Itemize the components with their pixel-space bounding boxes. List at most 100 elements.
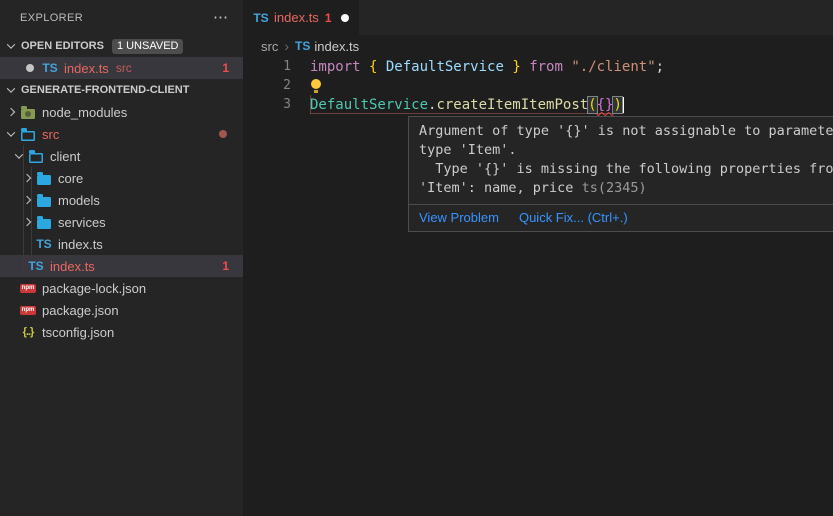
hover-actions: View Problem Quick Fix... (Ctrl+.) xyxy=(409,204,833,231)
open-editors-header[interactable]: OPEN EDITORS 1 UNSAVED xyxy=(0,35,243,57)
code-line-1[interactable]: 1import { DefaultService } from "./clien… xyxy=(243,57,833,76)
code-token: import xyxy=(310,59,369,75)
tree-item-client[interactable]: client xyxy=(0,145,243,167)
code-token: { xyxy=(369,59,386,75)
code-token xyxy=(521,59,529,75)
tree-item-tsconfig-json[interactable]: {..}tsconfig.json xyxy=(0,321,243,343)
error-message-line: Type '{}' is missing the following prope… xyxy=(419,160,833,179)
quick-fix-link[interactable]: Quick Fix... (Ctrl+.) xyxy=(519,210,628,225)
error-message-line: 'Item': name, price ts(2345) xyxy=(419,179,833,198)
vscode-window: EXPLORER ⋯ OPEN EDITORS 1 UNSAVED TS ind… xyxy=(0,0,833,516)
node-modules-folder-icon xyxy=(21,109,35,119)
tree-item-package-json[interactable]: npm package.json xyxy=(0,299,243,321)
npm-file-icon: npm xyxy=(20,284,36,293)
error-hover-tooltip: Argument of type '{}' is not assignable … xyxy=(408,116,833,232)
tab-bar: TS index.ts 1 xyxy=(243,0,833,35)
chevron-down-icon xyxy=(11,153,27,159)
chevron-down-icon xyxy=(3,43,19,49)
code-line-3[interactable]: 3 DefaultService.createItemItemPost({}) xyxy=(243,95,833,114)
workspace-folder-label: GENERATE-FRONTEND-CLIENT xyxy=(21,84,189,96)
breadcrumb-file[interactable]: index.ts xyxy=(314,39,359,54)
folder-modified-dot-icon xyxy=(219,130,227,138)
open-folder-icon xyxy=(29,153,43,163)
code-line-2[interactable]: 2 xyxy=(243,76,833,95)
tree-item-src[interactable]: src xyxy=(0,123,243,145)
code-token: . xyxy=(428,97,436,113)
tree-item-label: core xyxy=(58,171,83,186)
typescript-file-icon: TS xyxy=(35,237,53,251)
workspace-folder-header[interactable]: GENERATE-FRONTEND-CLIENT xyxy=(0,79,243,101)
error-message-segment: 'Item': name, price xyxy=(419,180,582,196)
chevron-right-icon xyxy=(19,197,35,203)
folder-icon xyxy=(37,219,51,229)
tree-item-core[interactable]: core xyxy=(0,167,243,189)
tree-item-label: models xyxy=(58,193,100,208)
tree-item-index-ts[interactable]: TS index.ts 1 xyxy=(0,255,243,277)
code-line-content xyxy=(310,76,321,95)
tree-item-label: index.ts xyxy=(50,259,95,274)
tree-item-label: src xyxy=(42,127,59,142)
tree-item-models[interactable]: models xyxy=(0,189,243,211)
breadcrumb-separator-icon: › xyxy=(284,38,289,54)
error-message-segment: Type '{}' is missing the following prope… xyxy=(419,161,833,177)
tree-item-services[interactable]: services xyxy=(0,211,243,233)
tree-item-index-ts[interactable]: TS index.ts xyxy=(0,233,243,255)
more-actions-icon[interactable]: ⋯ xyxy=(213,13,229,23)
folder-icon xyxy=(37,175,51,185)
file-tree: node_modulessrc client core models services T… xyxy=(0,101,243,343)
breadcrumb-folder[interactable]: src xyxy=(261,39,278,54)
chevron-right-icon xyxy=(19,175,35,181)
typescript-file-icon: TS xyxy=(252,11,270,25)
tree-item-label: package-lock.json xyxy=(42,281,146,296)
folder-icon xyxy=(37,197,51,207)
text-cursor xyxy=(623,97,625,113)
tree-item-label: package.json xyxy=(42,303,119,318)
code-token: ( xyxy=(588,97,596,113)
tab-filename: index.ts xyxy=(274,10,319,25)
open-editor-item-index-ts[interactable]: TS index.ts src 1 xyxy=(0,57,243,79)
error-message-segment: ts(2345) xyxy=(582,180,647,196)
tree-item-label: client xyxy=(50,149,80,164)
open-editor-path: src xyxy=(116,61,132,75)
lightbulb-icon[interactable] xyxy=(310,79,321,93)
chevron-down-icon xyxy=(3,87,19,93)
open-editors-label: OPEN EDITORS xyxy=(21,40,104,52)
error-message-line: Argument of type '{}' is not assignable … xyxy=(419,122,833,141)
tab-index-ts[interactable]: TS index.ts 1 xyxy=(243,0,359,35)
editor-group: TS index.ts 1 src › TS index.ts 1import … xyxy=(243,0,833,516)
tree-item-label: index.ts xyxy=(58,237,103,252)
indent-guide xyxy=(31,167,32,255)
code-token: ) xyxy=(613,97,621,113)
tree-item-node-modules[interactable]: node_modules xyxy=(0,101,243,123)
sidebar-title: EXPLORER xyxy=(20,12,83,24)
tree-item-label: node_modules xyxy=(42,105,127,120)
code-token: "./client" xyxy=(571,59,655,75)
code-token: from xyxy=(529,59,571,75)
error-message-segment: Argument of type '{}' is not assignable … xyxy=(419,123,833,139)
chevron-right-icon xyxy=(19,219,35,225)
code-token: } xyxy=(504,59,521,75)
breadcrumb: src › TS index.ts xyxy=(243,35,833,57)
line-number: 2 xyxy=(243,78,291,93)
explorer-sidebar: EXPLORER ⋯ OPEN EDITORS 1 UNSAVED TS ind… xyxy=(0,0,243,516)
tree-item-package-lock-json[interactable]: npm package-lock.json xyxy=(0,277,243,299)
error-message-segment: type 'Item'. xyxy=(419,142,517,158)
code-line-content: DefaultService.createItemItemPost({}) xyxy=(310,95,624,114)
code-token: createItemItemPost xyxy=(436,97,588,113)
code-area[interactable]: 1import { DefaultService } from "./clien… xyxy=(243,57,833,114)
typescript-file-icon: TS xyxy=(41,61,59,75)
indent-guide xyxy=(23,145,24,277)
code-token: ; xyxy=(656,59,664,75)
code-token: DefaultService xyxy=(310,97,428,113)
line-number: 3 xyxy=(243,97,291,112)
tree-item-label: tsconfig.json xyxy=(42,325,114,340)
unsaved-dot-icon[interactable] xyxy=(341,14,349,22)
chevron-right-icon xyxy=(3,109,19,115)
tree-item-label: services xyxy=(58,215,106,230)
typescript-file-icon: TS xyxy=(27,259,45,273)
npm-file-icon: npm xyxy=(20,306,36,315)
view-problem-link[interactable]: View Problem xyxy=(419,210,499,225)
error-count-badge: 1 xyxy=(222,259,243,273)
open-editor-filename: index.ts xyxy=(64,61,109,76)
tab-error-count: 1 xyxy=(325,11,332,25)
